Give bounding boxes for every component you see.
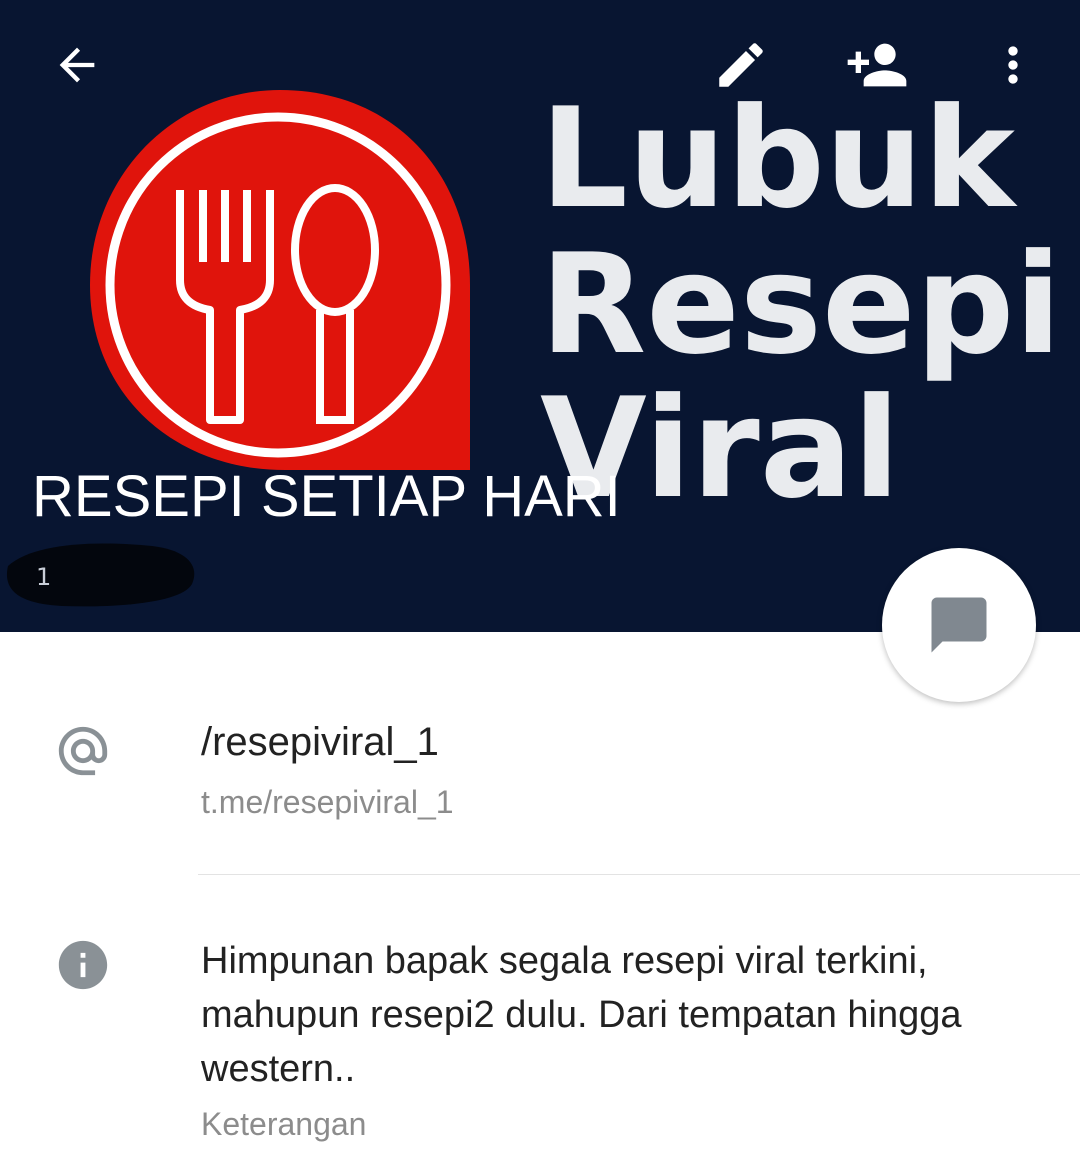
logo-text-line2: Resepi <box>540 224 1062 385</box>
description-line: mahupun resepi2 dulu. Dari tempatan hing… <box>201 994 962 1036</box>
channel-cover-header: Lubuk Resepi Viral 1 RESEPI SETIAP HARI <box>0 0 1080 632</box>
channel-info-screen: Lubuk Resepi Viral 1 RESEPI SETIAP HARI <box>0 0 1080 1168</box>
message-fab-button[interactable] <box>882 548 1036 702</box>
info-icon <box>58 940 108 990</box>
subscriber-count: 1 <box>36 563 52 591</box>
more-vert-icon <box>1008 46 1018 84</box>
add-member-button[interactable] <box>832 20 922 110</box>
top-toolbar <box>0 0 1080 132</box>
more-options-button[interactable] <box>968 20 1058 110</box>
description-line: Himpunan bapak segala resepi viral terki… <box>201 940 928 982</box>
channel-description: Himpunan bapak segala resepi viral terki… <box>201 934 1061 1096</box>
redaction-mark <box>6 543 195 607</box>
logo-red-pin <box>90 90 470 470</box>
row-divider <box>198 874 1080 875</box>
arrow-left-icon <box>59 47 95 83</box>
person-add-icon <box>847 43 907 87</box>
username-row[interactable]: /resepiviral_1 t.me/resepiviral_1 <box>0 700 1080 874</box>
at-sign-icon <box>58 726 108 776</box>
pencil-icon <box>719 43 763 87</box>
username-link[interactable]: t.me/resepiviral_1 <box>201 784 454 821</box>
back-button[interactable] <box>32 20 122 110</box>
description-line: western.. <box>201 1048 356 1090</box>
description-label: Keterangan <box>201 1106 367 1142</box>
username-value: /resepiviral_1 <box>201 720 439 764</box>
edit-button[interactable] <box>696 20 786 110</box>
channel-name: RESEPI SETIAP HARI <box>32 464 621 529</box>
message-icon <box>931 597 987 653</box>
